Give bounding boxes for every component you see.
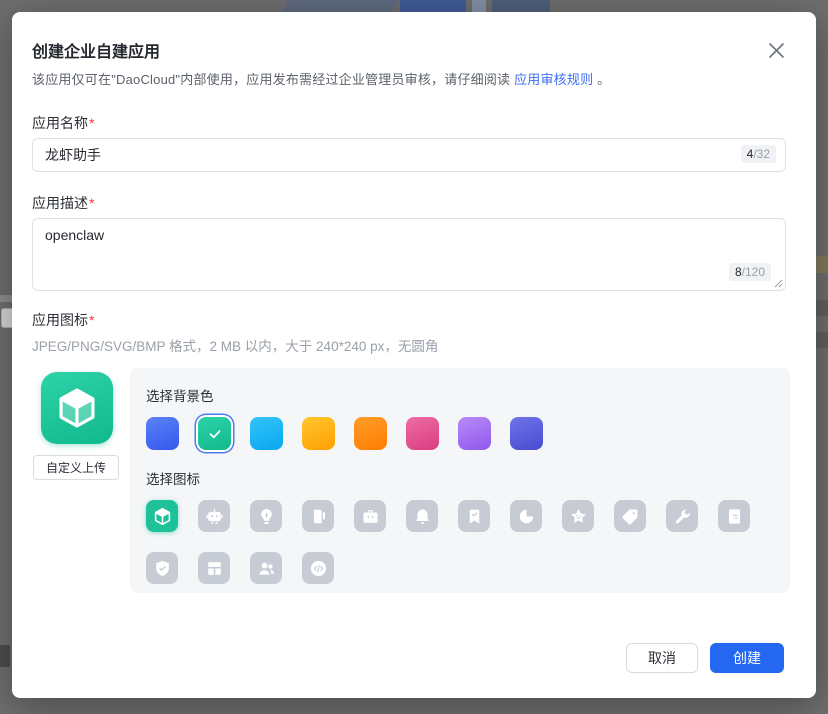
layout-icon: [205, 559, 224, 578]
wrench-icon: [673, 507, 692, 526]
bg-color-swatch-cyan[interactable]: [250, 417, 283, 450]
lightbulb-flash-icon: [257, 507, 276, 526]
icon-choice-star-smile[interactable]: [562, 500, 594, 532]
background-banner-fragment: [282, 0, 399, 12]
required-asterisk: *: [89, 312, 94, 328]
icon-choice-bell[interactable]: [406, 500, 438, 532]
icon-choice-grid: [146, 500, 774, 584]
dialog-footer: 取消 创建: [626, 643, 784, 673]
icon-picker-panel: 选择背景色 选择图标: [130, 368, 790, 593]
icon-choice-shield-check[interactable]: [146, 552, 178, 584]
resize-handle-icon[interactable]: [774, 279, 783, 288]
icon-choice-wrench[interactable]: [666, 500, 698, 532]
icon-choice-document[interactable]: [718, 500, 750, 532]
cube-icon: [55, 386, 99, 430]
briefcase-icon: [361, 507, 380, 526]
pie-chart-icon: [517, 507, 536, 526]
app-name-input[interactable]: [33, 139, 785, 171]
app-name-field-wrap: 4/32: [32, 138, 786, 172]
custom-upload-button[interactable]: 自定义上传: [33, 455, 119, 480]
app-icon-label: 应用图标*: [32, 310, 94, 330]
shield-check-icon: [153, 559, 172, 578]
icon-choice-lightbulb[interactable]: [250, 500, 282, 532]
icon-choice-book[interactable]: [302, 500, 334, 532]
icon-choice-robot[interactable]: [198, 500, 230, 532]
bg-color-swatch-teal[interactable]: [198, 417, 231, 450]
required-asterisk: *: [89, 115, 94, 131]
bg-color-swatch-amber[interactable]: [302, 417, 335, 450]
icon-choice-team[interactable]: [250, 552, 282, 584]
team-icon: [257, 559, 276, 578]
icon-format-hint: JPEG/PNG/SVG/BMP 格式，2 MB 以内，大于 240*240 p…: [32, 335, 438, 355]
app-desc-label: 应用描述*: [32, 193, 94, 213]
create-button[interactable]: 创建: [710, 643, 784, 673]
name-char-counter: 4/32: [741, 145, 776, 163]
background-block-fragment: [0, 645, 10, 667]
star-smile-icon: [569, 507, 588, 526]
bg-color-swatch-indigo[interactable]: [510, 417, 543, 450]
app-icon-preview: [41, 372, 113, 444]
app-name-label: 应用名称*: [32, 113, 94, 133]
icon-choice-tag[interactable]: [614, 500, 646, 532]
desc-char-counter: 8/120: [729, 263, 771, 281]
book-icon: [309, 507, 328, 526]
background-box-fragment: [1, 308, 12, 328]
bg-color-swatch-row: [146, 417, 774, 450]
tag-icon: [621, 507, 640, 526]
bg-color-swatch-pink[interactable]: [406, 417, 439, 450]
dialog-title: 创建企业自建应用: [32, 38, 160, 62]
dialog-subtitle: 该应用仅可在"DaoCloud"内部使用，应用发布需经过企业管理员审核，请仔细阅…: [32, 69, 610, 88]
icon-choice-briefcase[interactable]: [354, 500, 386, 532]
bell-icon: [413, 507, 432, 526]
document-icon: [725, 507, 744, 526]
bg-color-swatch-royal-blue[interactable]: [146, 417, 179, 450]
icon-choice-pie[interactable]: [510, 500, 542, 532]
bg-color-swatch-purple[interactable]: [458, 417, 491, 450]
bookmark-check-icon: [465, 507, 484, 526]
icon-choice-code[interactable]: [302, 552, 334, 584]
app-desc-field-wrap: openclaw 8/120: [32, 218, 786, 291]
review-rules-link[interactable]: 应用审核规则: [514, 72, 593, 87]
cancel-button[interactable]: 取消: [626, 643, 698, 673]
icon-choice-bookmark-check[interactable]: [458, 500, 490, 532]
app-desc-textarea[interactable]: openclaw: [33, 219, 785, 290]
check-icon: [207, 426, 223, 442]
robot-icon: [205, 507, 224, 526]
icon-section-label: 选择图标: [146, 468, 774, 488]
icon-choice-cube[interactable]: [146, 500, 178, 532]
close-icon[interactable]: [764, 38, 788, 62]
bg-color-swatch-orange[interactable]: [354, 417, 387, 450]
create-app-dialog: 创建企业自建应用 该应用仅可在"DaoCloud"内部使用，应用发布需经过企业管…: [12, 12, 816, 698]
cube-icon: [153, 507, 172, 526]
required-asterisk: *: [89, 195, 94, 211]
code-circle-icon: [309, 559, 328, 578]
background-text-fragment: [0, 295, 12, 302]
icon-choice-layout[interactable]: [198, 552, 230, 584]
bg-color-section-label: 选择背景色: [146, 385, 774, 405]
